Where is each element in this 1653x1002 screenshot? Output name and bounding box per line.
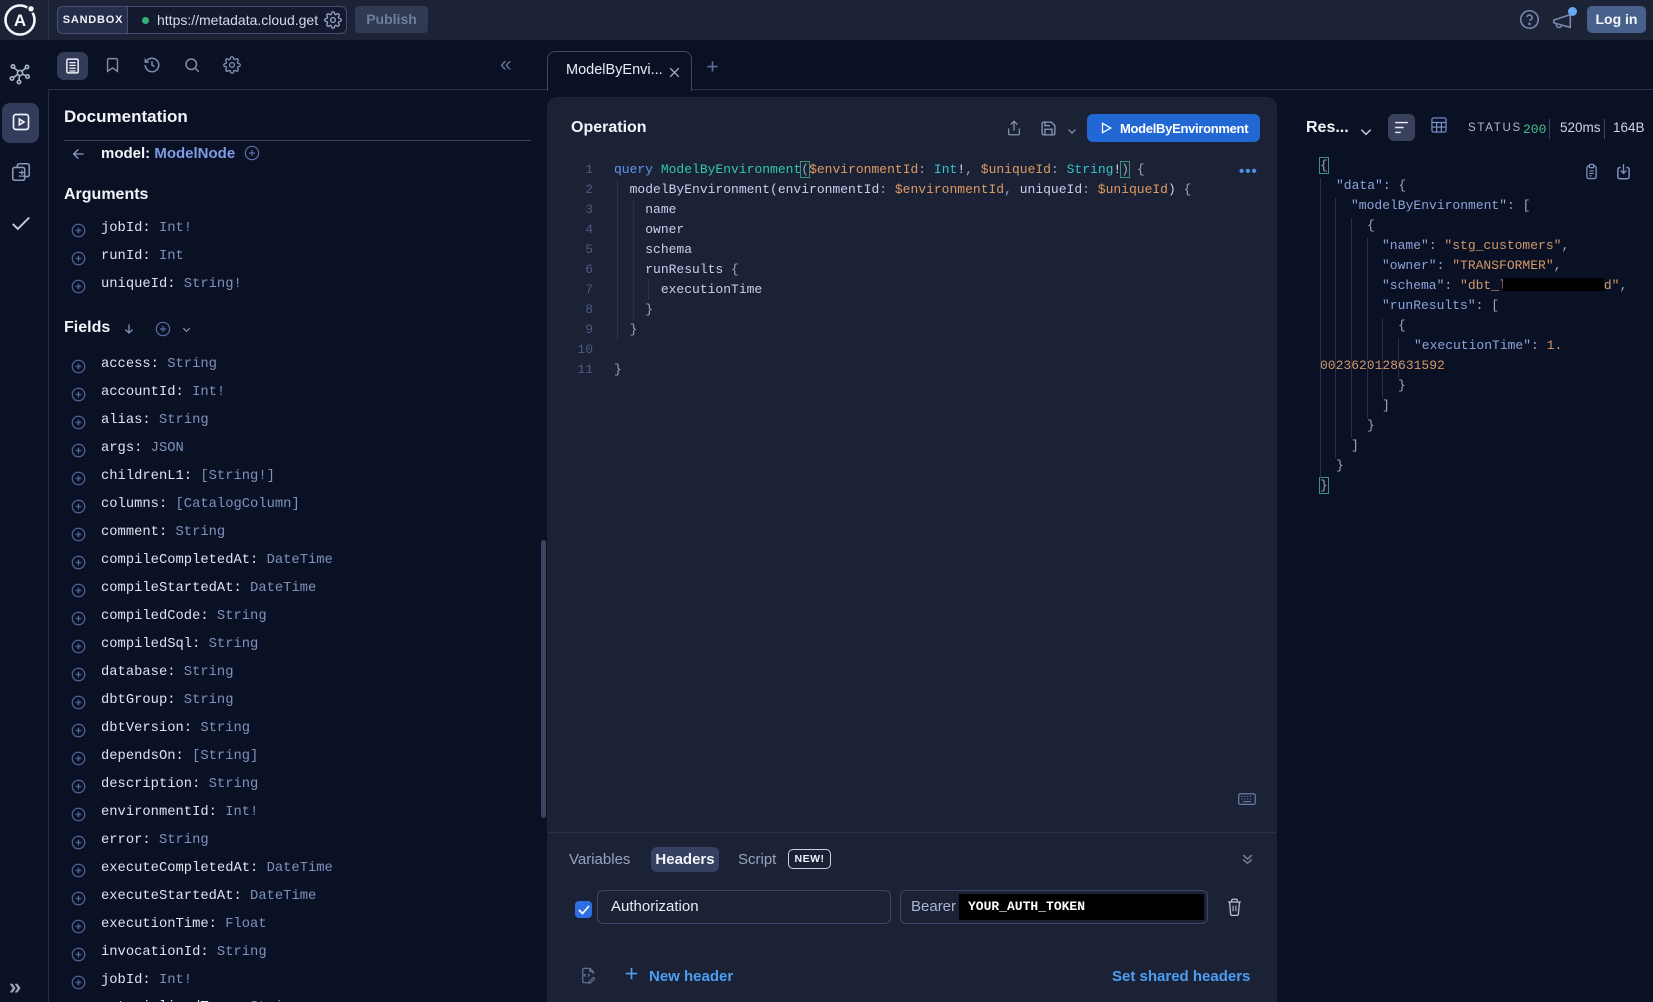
svg-text:A: A — [14, 11, 26, 30]
